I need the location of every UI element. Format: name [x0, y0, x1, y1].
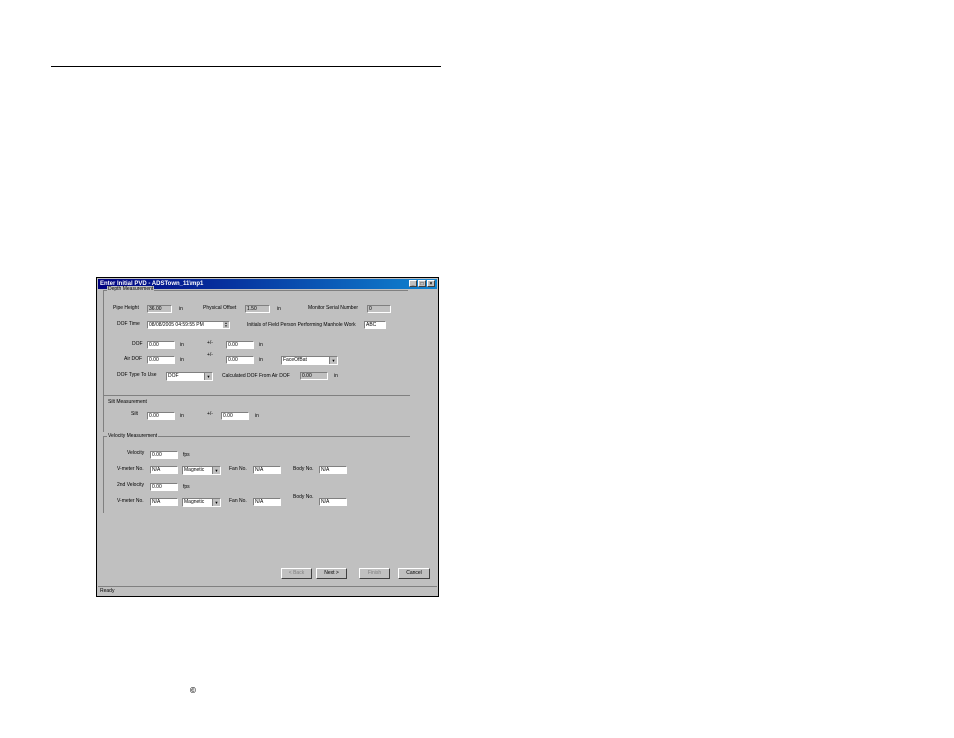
vmeter-field[interactable]: N/A	[150, 466, 178, 474]
cancel-button[interactable]: Cancel	[398, 568, 430, 579]
dof-label: DOF	[132, 341, 143, 347]
dof-type-select-value: DOF	[168, 373, 179, 379]
initials-label: Initials of Field Person Performing Manh…	[247, 322, 356, 328]
velocity-unit: fps	[183, 452, 190, 458]
meter2-type-select[interactable]: Magnetic ▼	[182, 498, 221, 507]
vmeter-label: V-meter No.	[117, 466, 144, 472]
velocity2-unit: fps	[183, 484, 190, 490]
monitor-serial-field: 0	[367, 305, 391, 313]
calc-dof-unit: in	[334, 373, 338, 379]
silt-group-top	[103, 395, 410, 396]
air-dof-pm-label: +/-	[207, 352, 213, 358]
chevron-down-icon[interactable]: ▼	[212, 467, 220, 474]
velocity-field[interactable]: 0.00	[150, 451, 178, 459]
dof-field[interactable]: 0.00	[147, 341, 175, 349]
face-select-value: FaceOfBat	[283, 357, 307, 363]
dof-time-label: DOF Time	[117, 321, 140, 327]
body2-field[interactable]: N/A	[319, 498, 347, 506]
dof-pm-label: +/-	[207, 340, 213, 346]
page-rule	[51, 66, 441, 67]
vmeter2-field[interactable]: N/A	[150, 498, 178, 506]
velocity-label: Velocity	[127, 450, 145, 456]
velocity2-label: 2nd Velocity	[117, 482, 144, 488]
face-select[interactable]: FaceOfBat ▼	[281, 356, 338, 365]
pipe-height-unit: in	[179, 306, 183, 312]
meter-type-select[interactable]: Magnetic ▼	[182, 466, 221, 475]
silt-field[interactable]: 0.00	[147, 412, 175, 420]
dof-time-value: 08/08/2005 04:59:55 PM	[149, 322, 204, 328]
body-field[interactable]: N/A	[319, 466, 347, 474]
silt-group-label: Silt Measurement	[107, 399, 148, 405]
calc-dof-field: 0.00	[300, 372, 328, 380]
physical-offset-field: 1.50	[245, 305, 270, 313]
velocity-group-left	[103, 436, 104, 513]
chevron-down-icon[interactable]: ▼	[329, 357, 337, 364]
status-bar: Ready	[98, 586, 437, 595]
velocity-group-label: Velocity Measurement	[107, 433, 159, 439]
dof-pm-field[interactable]: 0.00	[226, 341, 254, 349]
back-button[interactable]: < Back	[281, 568, 312, 579]
fan-label: Fan No.	[229, 466, 247, 472]
chevron-down-icon[interactable]: ▼	[212, 499, 220, 506]
dof-pm-unit: in	[259, 342, 263, 348]
silt-unit: in	[180, 413, 184, 419]
calc-dof-label: Calculated DOF From Air DOF	[222, 373, 290, 379]
minimize-button[interactable]: _	[409, 280, 417, 287]
silt-pm-field[interactable]: 0.00	[221, 412, 249, 420]
fan-field[interactable]: N/A	[253, 466, 281, 474]
next-button[interactable]: Next >	[316, 568, 347, 579]
air-dof-pm-unit: in	[259, 357, 263, 363]
velocity2-field[interactable]: 0.00	[150, 483, 178, 491]
air-dof-unit: in	[180, 357, 184, 363]
spin-icon[interactable]: ▲ ▼	[223, 322, 229, 328]
depth-group-label: Depth Measurement	[107, 286, 155, 292]
depth-group-left	[103, 290, 104, 395]
dof-unit: in	[180, 342, 184, 348]
fan2-label: Fan No.	[229, 498, 247, 504]
meter2-type-value: Magnetic	[184, 499, 205, 505]
finish-button[interactable]: Finish	[359, 568, 390, 579]
dof-time-picker[interactable]: 08/08/2005 04:59:55 PM ▲ ▼	[147, 321, 230, 329]
copyright-icon: ©	[190, 686, 196, 695]
chevron-down-icon[interactable]: ▼	[204, 373, 212, 380]
physical-offset-label: Physical Offset	[203, 305, 237, 311]
fan2-field[interactable]: N/A	[253, 498, 281, 506]
dof-type-label: DOF Type To Use	[117, 372, 157, 378]
maximize-button[interactable]: □	[418, 280, 426, 287]
meter-type-value: Magnetic	[184, 467, 205, 473]
pvd-dialog: Enter Initial PVD - ADSTown_11\mp1 _ □ ×…	[96, 277, 439, 597]
close-button[interactable]: ×	[427, 280, 435, 287]
vmeter2-label: V-meter No.	[117, 498, 144, 504]
physical-offset-unit: in	[277, 306, 281, 312]
body2-label: Body No.	[293, 494, 314, 500]
silt-pm-unit: in	[255, 413, 259, 419]
body-label: Body No.	[293, 466, 314, 472]
pipe-height-field: 36.00	[147, 305, 172, 313]
silt-pm-label: +/-	[207, 411, 213, 417]
air-dof-label: Air DOF	[124, 356, 143, 362]
silt-label: Silt	[131, 411, 138, 417]
dof-type-select[interactable]: DOF ▼	[166, 372, 213, 381]
monitor-serial-label: Monitor Serial Number	[308, 305, 359, 311]
air-dof-pm-field[interactable]: 0.00	[226, 356, 254, 364]
initials-field[interactable]: ABC	[364, 321, 386, 329]
air-dof-field[interactable]: 0.00	[147, 356, 175, 364]
pipe-height-label: Pipe Height	[113, 305, 139, 311]
silt-group-left	[103, 395, 104, 432]
